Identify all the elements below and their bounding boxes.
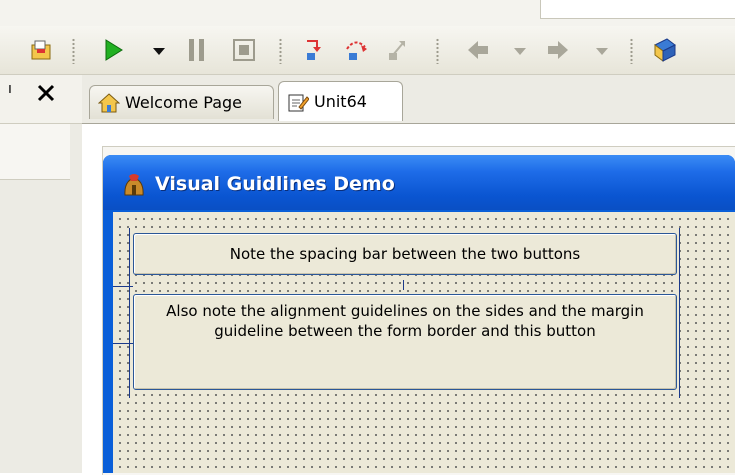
left-panel-tab[interactable]: ı bbox=[0, 75, 82, 124]
tab-label: Welcome Page bbox=[125, 93, 243, 112]
run-icon[interactable] bbox=[96, 34, 130, 66]
run-dropdown-icon[interactable] bbox=[152, 46, 166, 56]
pause-icon[interactable] bbox=[180, 34, 214, 66]
toolbar-grip[interactable] bbox=[436, 38, 439, 64]
open-project-icon[interactable] bbox=[24, 34, 58, 66]
left-tab-fragment: ı bbox=[8, 81, 12, 97]
debug-toolbar bbox=[0, 26, 735, 75]
form-title-bar[interactable]: Visual Guidlines Demo bbox=[103, 155, 735, 210]
home-icon bbox=[98, 92, 120, 112]
margin-guideline bbox=[113, 343, 133, 344]
close-icon[interactable] bbox=[36, 83, 56, 103]
edit-unit-icon bbox=[288, 94, 309, 111]
margin-guideline-outer bbox=[113, 286, 133, 287]
tab-welcome-page[interactable]: Welcome Page bbox=[89, 85, 274, 119]
toolbar-grip[interactable] bbox=[72, 38, 75, 64]
forward-dropdown-icon[interactable] bbox=[595, 46, 609, 56]
form-title: Visual Guidlines Demo bbox=[155, 173, 395, 195]
spacing-bar bbox=[403, 280, 404, 290]
back-dropdown-icon[interactable] bbox=[513, 46, 527, 56]
help-book-icon[interactable] bbox=[648, 34, 682, 66]
toolbar-grip[interactable] bbox=[630, 38, 633, 64]
run-to-cursor-icon[interactable] bbox=[380, 34, 414, 66]
stop-icon[interactable] bbox=[227, 34, 261, 66]
alignment-note-button[interactable]: Also note the alignment guidelines on th… bbox=[133, 294, 677, 390]
step-over-icon[interactable] bbox=[339, 34, 373, 66]
form-client-area[interactable]: Note the spacing bar between the two but… bbox=[113, 212, 735, 473]
search-box-partial[interactable] bbox=[540, 0, 735, 19]
toolbar-grip[interactable] bbox=[279, 38, 282, 64]
document-tabs: Welcome Page Unit64 bbox=[82, 75, 735, 123]
alignment-guideline-left bbox=[129, 228, 130, 398]
spartan-helmet-icon bbox=[124, 174, 144, 196]
tab-label: Unit64 bbox=[314, 92, 367, 111]
tab-unit64[interactable]: Unit64 bbox=[278, 81, 403, 121]
form-window[interactable]: Visual Guidlines Demo Note the spacing b… bbox=[103, 155, 735, 473]
spacing-note-button[interactable]: Note the spacing bar between the two but… bbox=[133, 233, 677, 275]
left-panel-content bbox=[0, 124, 70, 180]
top-strip bbox=[0, 0, 735, 26]
left-panel: ı bbox=[0, 75, 83, 473]
back-icon[interactable] bbox=[461, 34, 495, 66]
trace-into-icon[interactable] bbox=[296, 34, 330, 66]
alignment-guideline-right bbox=[679, 228, 680, 398]
forward-icon[interactable] bbox=[541, 34, 575, 66]
